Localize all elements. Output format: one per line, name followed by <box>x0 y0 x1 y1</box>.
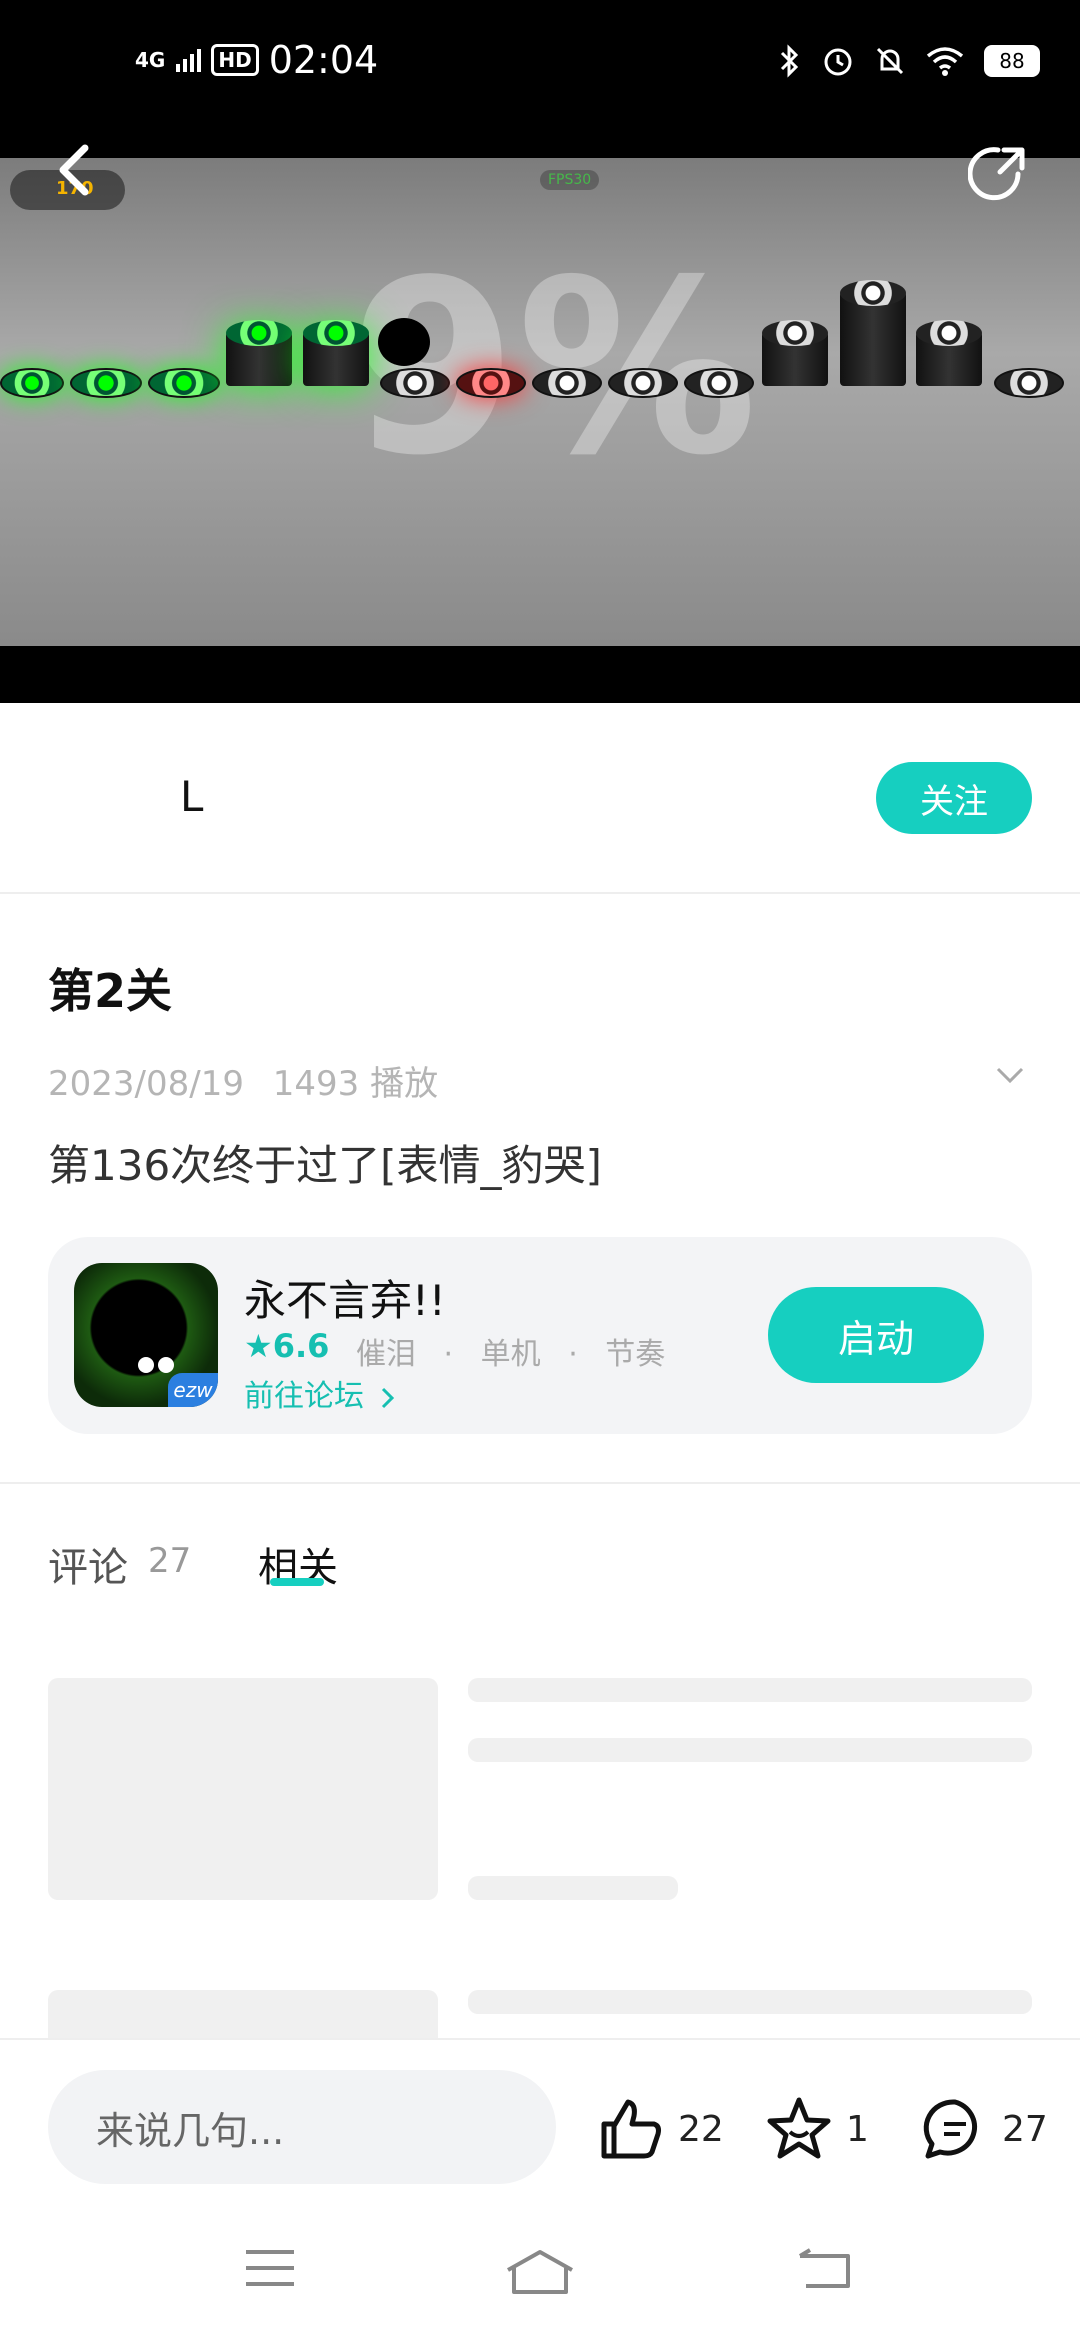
skeleton-line <box>468 1738 1032 1762</box>
status-bar: 4G HD 02:04 88 <box>0 0 1080 158</box>
skeleton-line <box>468 1876 678 1900</box>
nav-menu-button[interactable] <box>244 2248 296 2292</box>
game-pillar <box>762 320 828 386</box>
chevron-left-icon <box>59 144 89 196</box>
skeleton-line <box>468 1990 1032 2014</box>
game-platform <box>684 368 754 398</box>
game-platform <box>608 368 678 398</box>
game-rating: ★6.6 <box>244 1327 330 1365</box>
game-platform-hazard <box>456 368 526 398</box>
favorite-button[interactable]: 1 <box>766 2096 869 2162</box>
author-name[interactable]: L <box>180 772 203 821</box>
game-platform <box>148 368 220 398</box>
post-title: 第2关 <box>48 964 173 1018</box>
game-pillar <box>303 320 369 386</box>
back-arrow-icon <box>798 2248 850 2288</box>
game-tags: 催泪 · 单机 · 节奏 <box>356 1337 666 1372</box>
divider <box>0 1482 1080 1484</box>
like-button[interactable]: 22 <box>598 2096 724 2162</box>
active-tab-indicator <box>270 1578 324 1586</box>
tab-comments-count[interactable]: 27 <box>148 1541 191 1581</box>
fps-counter: FPS30 <box>540 170 600 190</box>
chat-bubble-icon <box>923 2099 978 2159</box>
post-date: 2023/08/19 <box>48 1064 244 1104</box>
comment-button[interactable]: 27 <box>922 2096 1048 2162</box>
thumbs-up-icon <box>601 2099 661 2159</box>
hd-badge: HD <box>211 44 259 76</box>
post-meta: 2023/08/19 1493 播放 <box>48 1056 438 1105</box>
nav-home-button[interactable] <box>504 2248 576 2298</box>
alarm-icon <box>824 48 852 76</box>
comment-input[interactable]: 来说几句... <box>48 2070 556 2184</box>
game-platform <box>380 368 450 398</box>
mute-icon <box>876 47 904 75</box>
game-platform <box>0 368 64 398</box>
game-pillar <box>916 320 982 386</box>
star-icon: ★ <box>244 1327 273 1365</box>
star-face-icon <box>767 2097 831 2159</box>
expand-button[interactable] <box>995 1066 1025 1088</box>
skeleton-line <box>468 1678 1032 1702</box>
wifi-icon <box>926 47 964 76</box>
game-platform <box>994 368 1064 398</box>
game-pillar <box>840 280 906 386</box>
back-button[interactable] <box>45 140 105 200</box>
game-tag: 单机 <box>480 1337 541 1372</box>
home-icon <box>507 2250 573 2294</box>
signal-icon <box>176 49 202 72</box>
status-left: 4G HD 02:04 <box>135 32 378 88</box>
game-pillar <box>226 320 292 386</box>
nav-back-button[interactable] <box>796 2248 852 2294</box>
favorite-count: 1 <box>846 2108 869 2150</box>
skeleton-thumbnail <box>48 1678 438 1900</box>
game-tag: 节奏 <box>605 1337 666 1372</box>
launch-button[interactable]: 启动 <box>768 1287 984 1383</box>
network-indicator: 4G <box>135 48 166 72</box>
game-character <box>378 318 430 366</box>
divider <box>0 892 1080 894</box>
share-icon <box>967 147 1025 201</box>
battery-indicator: 88 <box>984 45 1040 77</box>
game-footage[interactable]: 9% FPS30 170 <box>0 158 1080 646</box>
game-tag: 催泪 <box>356 1337 416 1372</box>
status-time: 02:04 <box>268 38 379 82</box>
game-app-icon[interactable]: ezw <box>74 1263 218 1407</box>
game-name[interactable]: 永不言弃!! <box>244 1267 446 1328</box>
follow-button[interactable]: 关注 <box>876 762 1032 834</box>
icon-badge: ezw <box>168 1373 218 1407</box>
bluetooth-icon <box>780 44 799 78</box>
share-button[interactable] <box>967 140 1032 204</box>
chevron-right-icon <box>381 1387 394 1408</box>
chevron-down-icon <box>996 1067 1024 1084</box>
post-description: 第136次终于过了[表情_豹哭] <box>48 1141 602 1190</box>
comment-count: 27 <box>1002 2108 1048 2150</box>
menu-icon <box>246 2250 294 2286</box>
game-platform <box>70 368 142 398</box>
like-count: 22 <box>678 2108 724 2150</box>
game-platform <box>532 368 602 398</box>
tab-comments[interactable]: 评论 <box>48 1535 128 1593</box>
forum-link[interactable]: 前往论坛 <box>244 1371 396 1415</box>
game-card[interactable]: ezw 永不言弃!! ★6.6 催泪 · 单机 · 节奏 前往论坛 启动 <box>48 1237 1032 1434</box>
post-plays: 1493 播放 <box>272 1064 439 1104</box>
status-right: 88 <box>778 36 1040 86</box>
